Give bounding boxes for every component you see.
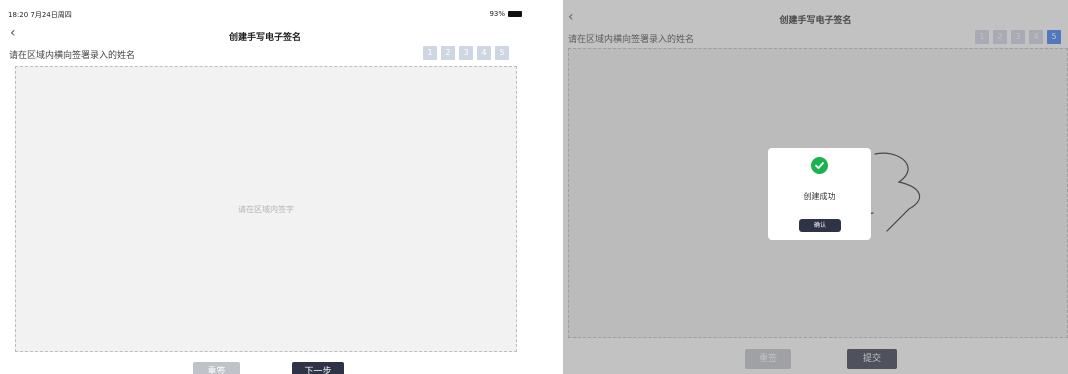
battery-icon [508,11,522,17]
instruction-text: 请在区域内横向签署录入的姓名 [9,51,136,61]
step-indicator: 1 2 3 4 5 [423,46,509,60]
confirm-button[interactable]: 确认 [799,219,841,232]
battery-indicator: 93% [489,10,522,18]
status-time: 18:20 7月24日周四 [8,11,72,19]
success-message: 创建成功 [803,192,836,201]
step-4: 4 [477,46,491,60]
battery-percent: 93% [489,10,505,18]
signature-screen-step-5: ‹ 创建手写电子签名 请在区域内横向签署录入的姓名 1 2 3 4 5 重签 提… [563,0,1068,374]
status-bar: 18:20 7月24日周四 93% [8,10,522,22]
resign-button[interactable]: 重签 [193,362,240,374]
step-3: 3 [459,46,473,60]
next-step-button[interactable]: 下一步 [292,362,344,374]
signature-screen-step-1: 18:20 7月24日周四 93% ‹ 创建手写电子签名 请在区域内横向签署录入… [0,0,530,374]
page-title: 创建手写电子签名 [228,33,301,43]
step-2: 2 [441,46,455,60]
step-5: 5 [495,46,509,60]
check-circle-icon [811,157,828,174]
signature-pad[interactable]: 请在区域内签字 [15,66,517,352]
step-1: 1 [423,46,437,60]
success-dialog: 创建成功 确认 [768,148,871,240]
signature-hint: 请在区域内签字 [238,205,294,214]
nav-bar: ‹ 创建手写电子签名 [0,26,530,43]
